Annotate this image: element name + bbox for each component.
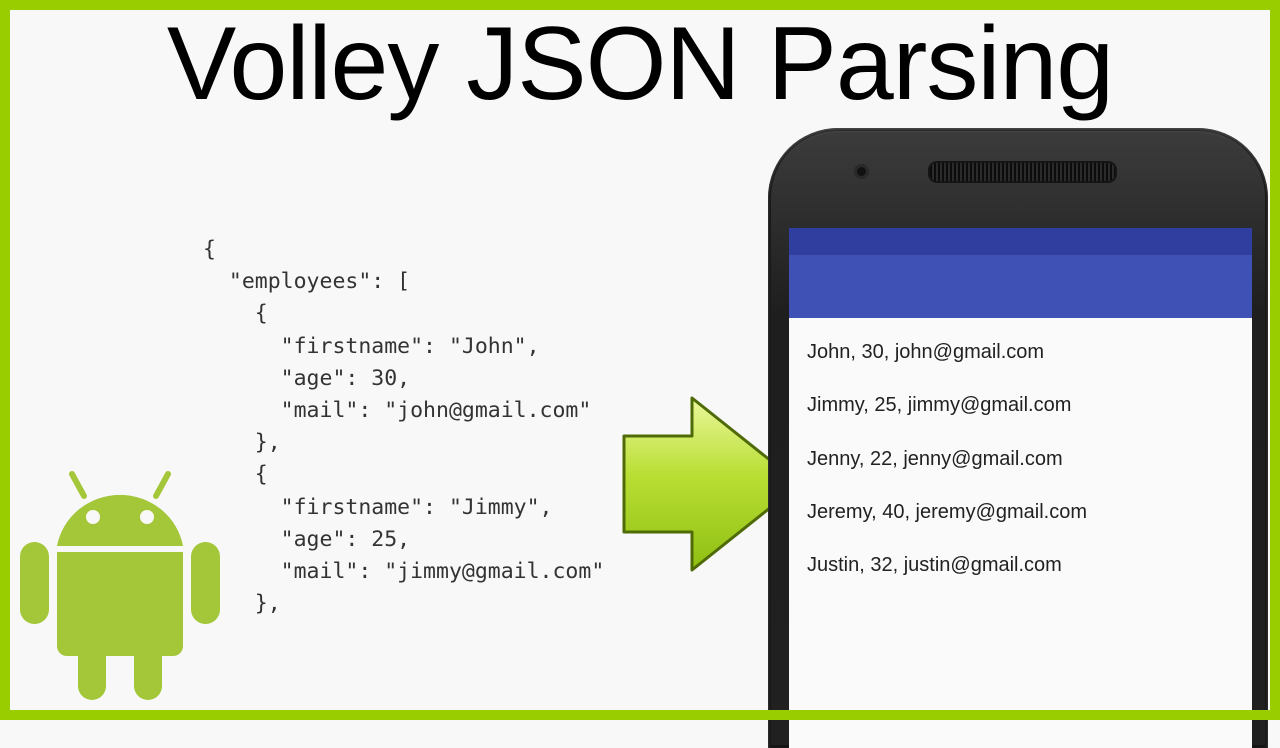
code-line: "firstname": "John", bbox=[203, 333, 540, 359]
list-item: Justin, 32, justin@gmail.com bbox=[807, 554, 1062, 577]
page-title: Volley JSON Parsing bbox=[166, 6, 1114, 122]
code-line: }, bbox=[203, 430, 281, 456]
results-list: John, 30, john@gmail.com Jimmy, 25, jimm… bbox=[807, 336, 1087, 602]
list-item: Jimmy, 25, jimmy@gmail.com bbox=[807, 394, 1072, 417]
list-item: Jenny, 22, jenny@gmail.com bbox=[807, 447, 1063, 470]
code-line: "mail": "jimmy@gmail.com" bbox=[203, 559, 605, 585]
code-line: { bbox=[203, 301, 268, 327]
code-line: "age": 30, bbox=[203, 365, 411, 391]
android-robot-icon bbox=[20, 471, 220, 700]
front-camera bbox=[854, 164, 869, 179]
app-toolbar bbox=[789, 255, 1252, 318]
code-line: { bbox=[203, 237, 216, 262]
android-phone: John, 30, john@gmail.com Jimmy, 25, jimm… bbox=[768, 128, 1268, 748]
code-line: "age": 25, bbox=[203, 526, 411, 552]
phone-speaker bbox=[928, 161, 1117, 183]
list-item: John, 30, john@gmail.com bbox=[807, 341, 1045, 363]
status-bar bbox=[789, 228, 1252, 255]
code-line: "firstname": "Jimmy", bbox=[203, 494, 553, 520]
code-line: "mail": "john@gmail.com" bbox=[203, 398, 592, 424]
json-code-snippet: { "employees": [ { "firstname": "John", … bbox=[203, 234, 604, 620]
list-item: Jeremy, 40, jeremy@gmail.com bbox=[807, 500, 1087, 523]
code-line: "employees": [ bbox=[203, 269, 411, 295]
phone-screen: John, 30, john@gmail.com Jimmy, 25, jimm… bbox=[789, 228, 1252, 748]
